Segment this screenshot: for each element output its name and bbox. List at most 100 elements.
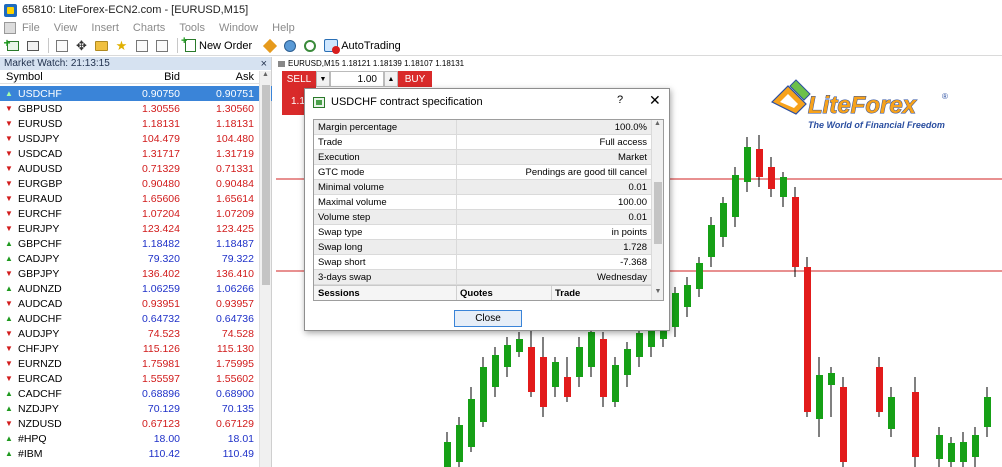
- arrow-up-icon: ▲: [5, 254, 13, 263]
- symbol-name: GBPUSD: [18, 102, 63, 115]
- market-watch-columns: Symbol Bid Ask: [0, 70, 271, 84]
- market-watch-row[interactable]: ▼ EURNZD 1.75981 1.75995: [0, 356, 272, 371]
- scrollbar-thumb[interactable]: [654, 182, 662, 244]
- bullish-candle: [984, 397, 991, 427]
- volume-down-arrow-icon[interactable]: ▼: [316, 71, 330, 87]
- market-watch-row[interactable]: ▼ GBPJPY 136.402 136.410: [0, 266, 272, 281]
- buy-button[interactable]: BUY: [398, 71, 432, 87]
- market-watch-header: Market Watch: 21:13:15 ×: [0, 57, 271, 70]
- scroll-up-icon[interactable]: ▲: [652, 120, 663, 132]
- row-ask: 123.425: [216, 222, 254, 235]
- column-ask[interactable]: Ask: [184, 71, 258, 83]
- profiles-button[interactable]: [24, 38, 41, 54]
- column-bid[interactable]: Bid: [100, 71, 184, 83]
- market-watch-row[interactable]: ▲ #HPQ 18.00 18.01: [0, 431, 272, 446]
- arrow-down-icon: ▼: [5, 104, 13, 113]
- market-watch-row[interactable]: ▼ EURUSD 1.18131 1.18131: [0, 116, 272, 131]
- market-watch-row[interactable]: ▼ EURCHF 1.07204 1.07209: [0, 206, 272, 221]
- market-watch-row[interactable]: ▼ NZDUSD 0.67123 0.67129: [0, 416, 272, 431]
- arrow-down-icon: ▼: [5, 164, 13, 173]
- spec-value: Market: [617, 151, 647, 163]
- autotrading-button[interactable]: AutoTrading: [321, 37, 404, 54]
- menu-tools[interactable]: Tools: [179, 22, 205, 34]
- market-watch-row[interactable]: ▼ USDCAD 1.31717 1.31719: [0, 146, 272, 161]
- market-watch-row[interactable]: ▲ #IBM 110.42 110.49: [0, 446, 272, 461]
- market-watch-row[interactable]: ▼ USDJPY 104.479 104.480: [0, 131, 272, 146]
- row-symbol: ▼ EURAUD: [0, 193, 100, 205]
- market-watch-button[interactable]: [53, 38, 70, 54]
- navigator-button[interactable]: [93, 38, 110, 54]
- row-bid: 1.06259: [142, 282, 180, 295]
- spec-value: Wednesday: [597, 271, 647, 283]
- bearish-candle: [876, 367, 883, 412]
- symbol-name: #HPQ: [18, 432, 47, 445]
- market-watch-row[interactable]: ▼ EURCAD 1.55597 1.55602: [0, 371, 272, 386]
- scrollbar-thumb[interactable]: [262, 85, 270, 285]
- arrow-down-icon: ▼: [5, 149, 13, 158]
- market-watch-row[interactable]: ▼ EURAUD 1.65606 1.65614: [0, 191, 272, 206]
- help-icon[interactable]: ?: [617, 94, 623, 106]
- market-watch-scrollbar[interactable]: ▲: [259, 71, 271, 467]
- row-symbol: ▼ EURNZD: [0, 358, 100, 370]
- market-watch-row[interactable]: ▼ AUDJPY 74.523 74.528: [0, 326, 272, 341]
- menu-file[interactable]: File: [22, 22, 40, 34]
- symbol-name: NZDUSD: [18, 417, 62, 430]
- market-watch-row[interactable]: ▼ CHFJPY 115.126 115.130: [0, 341, 272, 356]
- row-ask: 0.71331: [216, 162, 254, 175]
- row-symbol: ▲ #HPQ: [0, 433, 100, 445]
- bullish-candle: [972, 435, 979, 457]
- market-watch-row[interactable]: ▼ AUDCAD 0.93951 0.93957: [0, 296, 272, 311]
- quotes-header: Quotes: [457, 286, 552, 300]
- new-order-button[interactable]: New Order: [181, 35, 255, 54]
- market-watch-row[interactable]: ▲ AUDNZD 1.06259 1.06266: [0, 281, 272, 296]
- market-watch-list: ▲ USDCHF 0.90750 0.90751 ▼ GBPUSD 1.30556 1.305…: [0, 86, 272, 461]
- menu-charts[interactable]: Charts: [133, 22, 165, 34]
- market-watch-row[interactable]: ▼ EURJPY 123.424 123.425: [0, 221, 272, 236]
- market-watch-row[interactable]: ▲ NZDJPY 70.129 70.135: [0, 401, 272, 416]
- sell-button[interactable]: SELL: [282, 71, 316, 87]
- market-watch-row[interactable]: ▲ AUDCHF 0.64732 0.64736: [0, 311, 272, 326]
- market-watch-row[interactable]: ▲ CADJPY 79.320 79.322: [0, 251, 272, 266]
- document-icon: [4, 22, 16, 34]
- arrow-up-icon: ▲: [5, 239, 13, 248]
- close-icon[interactable]: ×: [261, 58, 267, 70]
- signals-button[interactable]: [301, 38, 318, 54]
- menu-view[interactable]: View: [54, 22, 78, 34]
- market-watch-row[interactable]: ▲ CADCHF 0.68896 0.68900: [0, 386, 272, 401]
- tester-button[interactable]: [153, 38, 170, 54]
- market-watch-row[interactable]: ▼ GBPUSD 1.30556 1.30560: [0, 101, 272, 116]
- spec-scrollbar[interactable]: ▲ ▼: [651, 120, 663, 300]
- scroll-up-icon[interactable]: ▲: [260, 71, 271, 83]
- close-button[interactable]: Close: [454, 310, 522, 327]
- spec-key: Swap long: [314, 240, 457, 254]
- toolbar-separator: [177, 38, 178, 53]
- volume-input[interactable]: 1.00: [330, 71, 384, 87]
- meta-editor-button[interactable]: [261, 38, 278, 54]
- menu-window[interactable]: Window: [219, 22, 258, 34]
- spec-row: Swap type in points: [314, 225, 663, 240]
- new-chart-button[interactable]: [4, 36, 21, 54]
- favorites-button[interactable]: ★: [113, 38, 130, 54]
- row-ask: 0.67129: [216, 417, 254, 430]
- scroll-down-icon[interactable]: ▼: [652, 288, 663, 300]
- row-ask: 0.64736: [216, 312, 254, 325]
- bullish-candle: [744, 147, 751, 182]
- market-watch-row[interactable]: ▲ USDCHF 0.90750 0.90751: [0, 86, 272, 101]
- market-button[interactable]: [281, 38, 298, 54]
- bullish-candle: [456, 425, 463, 462]
- symbol-name: EURCAD: [18, 372, 63, 385]
- menu-insert[interactable]: Insert: [91, 22, 119, 34]
- arrow-down-icon: ▼: [5, 359, 13, 368]
- market-watch-row[interactable]: ▼ EURGBP 0.90480 0.90484: [0, 176, 272, 191]
- close-icon[interactable]: ✕: [649, 92, 661, 109]
- volume-up-arrow-icon[interactable]: ▲: [384, 71, 398, 87]
- market-watch-row[interactable]: ▲ GBPCHF 1.18482 1.18487: [0, 236, 272, 251]
- market-watch-row[interactable]: ▼ AUDUSD 0.71329 0.71331: [0, 161, 272, 176]
- terminal-button[interactable]: [133, 38, 150, 54]
- column-symbol[interactable]: Symbol: [0, 71, 100, 83]
- market-watch-title: Market Watch: 21:13:15: [4, 58, 110, 69]
- menu-help[interactable]: Help: [272, 22, 295, 34]
- row-ask: 74.528: [221, 327, 254, 340]
- data-window-button[interactable]: ✥: [73, 38, 90, 54]
- row-ask: 18.01: [227, 432, 254, 445]
